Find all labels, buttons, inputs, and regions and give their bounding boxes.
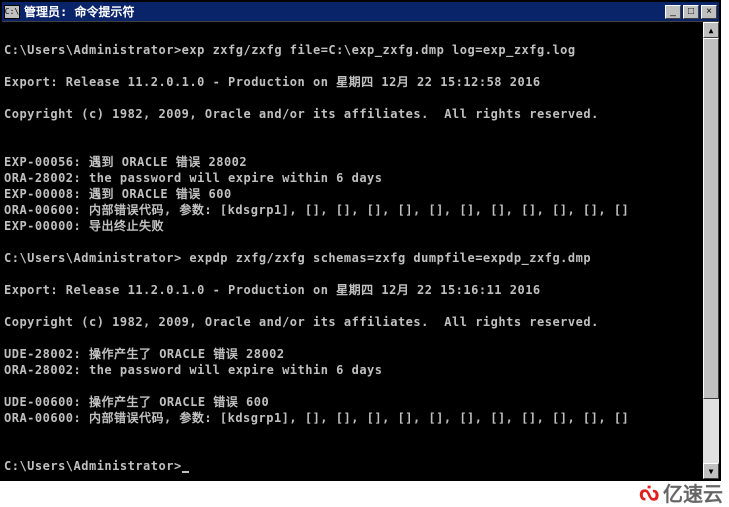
terminal-line: ORA-28002: the password will expire with… (4, 170, 701, 186)
terminal-line (4, 90, 701, 106)
watermark-logo-icon: ᔔ (639, 480, 659, 506)
cursor (182, 471, 189, 473)
terminal-line: ORA-00600: 内部错误代码, 参数: [kdsgrp1], [], []… (4, 202, 701, 218)
terminal-line (4, 138, 701, 154)
terminal-line (4, 58, 701, 74)
scroll-down-button[interactable]: ▼ (703, 463, 719, 479)
scroll-up-button[interactable]: ▲ (703, 22, 719, 38)
terminal-line (4, 298, 701, 314)
terminal-line (4, 266, 701, 282)
app-icon: C:\ (4, 5, 20, 19)
terminal-line: EXP-00056: 遇到 ORACLE 错误 28002 (4, 154, 701, 170)
terminal-line (4, 26, 701, 42)
terminal-line (4, 378, 701, 394)
terminal-area: C:\Users\Administrator>exp zxfg/zxfg fil… (2, 22, 719, 479)
terminal-output[interactable]: C:\Users\Administrator>exp zxfg/zxfg fil… (2, 22, 703, 479)
terminal-line (4, 426, 701, 442)
terminal-line: UDE-00600: 操作产生了 ORACLE 错误 600 (4, 394, 701, 410)
terminal-line: ORA-28002: the password will expire with… (4, 362, 701, 378)
maximize-button[interactable]: □ (683, 5, 699, 19)
minimize-button[interactable]: _ (665, 5, 681, 19)
terminal-line: Copyright (c) 1982, 2009, Oracle and/or … (4, 106, 701, 122)
terminal-line: EXP-00008: 遇到 ORACLE 错误 600 (4, 186, 701, 202)
terminal-line: C:\Users\Administrator>exp zxfg/zxfg fil… (4, 42, 701, 58)
terminal-line (4, 330, 701, 346)
watermark-text: 亿速云 (663, 478, 723, 507)
titlebar: C:\ 管理员: 命令提示符 _ □ × (2, 2, 719, 22)
vertical-scrollbar[interactable]: ▲ ▼ (703, 22, 719, 479)
scroll-thumb[interactable] (703, 38, 719, 399)
terminal-line: C:\Users\Administrator> expdp zxfg/zxfg … (4, 250, 701, 266)
terminal-line (4, 234, 701, 250)
terminal-line: UDE-28002: 操作产生了 ORACLE 错误 28002 (4, 346, 701, 362)
title-buttons: _ □ × (665, 5, 717, 19)
cmd-window: C:\ 管理员: 命令提示符 _ □ × C:\Users\Administra… (0, 0, 721, 481)
terminal-line: C:\Users\Administrator> (4, 458, 701, 474)
watermark: ᔔ 亿速云 (639, 478, 723, 507)
terminal-line: EXP-00000: 导出终止失败 (4, 218, 701, 234)
scroll-track[interactable] (703, 38, 719, 463)
window-title: 管理员: 命令提示符 (24, 3, 665, 20)
terminal-line (4, 122, 701, 138)
terminal-line: ORA-00600: 内部错误代码, 参数: [kdsgrp1], [], []… (4, 410, 701, 426)
terminal-line (4, 442, 701, 458)
close-button[interactable]: × (701, 5, 717, 19)
terminal-line: Copyright (c) 1982, 2009, Oracle and/or … (4, 314, 701, 330)
terminal-line: Export: Release 11.2.0.1.0 - Production … (4, 282, 701, 298)
terminal-line: Export: Release 11.2.0.1.0 - Production … (4, 74, 701, 90)
